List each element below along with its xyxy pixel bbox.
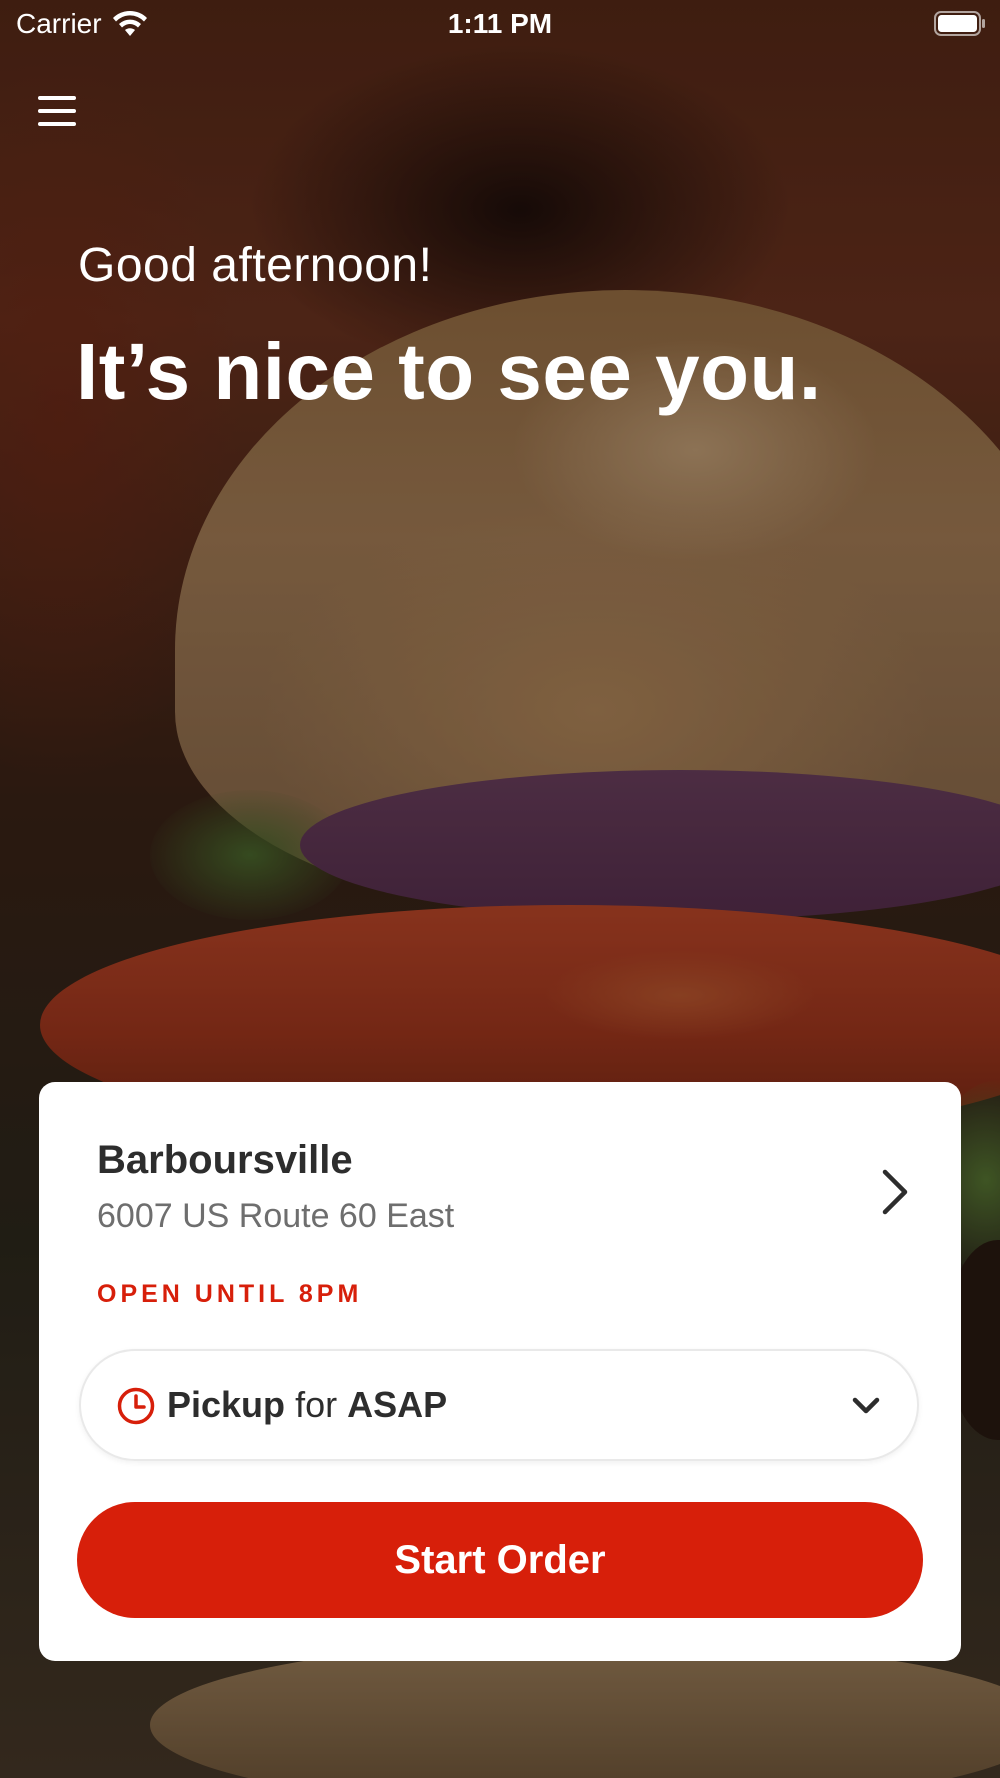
battery-icon — [934, 11, 985, 36]
clock-icon — [117, 1387, 155, 1425]
store-address: 6007 US Route 60 East — [97, 1197, 455, 1235]
store-name: Barboursville — [97, 1138, 353, 1182]
order-type-label: Pickup for ASAP — [167, 1384, 447, 1426]
hamburger-menu-icon[interactable] — [36, 92, 80, 132]
chevron-down-icon — [852, 1397, 880, 1414]
headline-text: It’s nice to see you. — [76, 327, 822, 416]
store-hours-status: OPEN UNTIL 8PM — [97, 1280, 363, 1308]
greeting-text: Good afternoon! — [78, 239, 433, 292]
order-mode: Pickup — [167, 1384, 286, 1425]
start-order-button[interactable]: Start Order — [77, 1502, 923, 1618]
status-bar: Carrier 1:11 PM — [0, 0, 1000, 50]
status-time: 1:11 PM — [447, 8, 553, 39]
chevron-right-icon — [882, 1169, 908, 1215]
order-type-selector[interactable]: Pickup for ASAP — [79, 1349, 919, 1461]
order-time: ASAP — [347, 1384, 448, 1425]
store-selector[interactable]: Barboursville 6007 US Route 60 East — [39, 1082, 961, 1252]
order-connector: for — [295, 1384, 338, 1425]
location-card: Barboursville 6007 US Route 60 East OPEN… — [39, 1082, 961, 1661]
